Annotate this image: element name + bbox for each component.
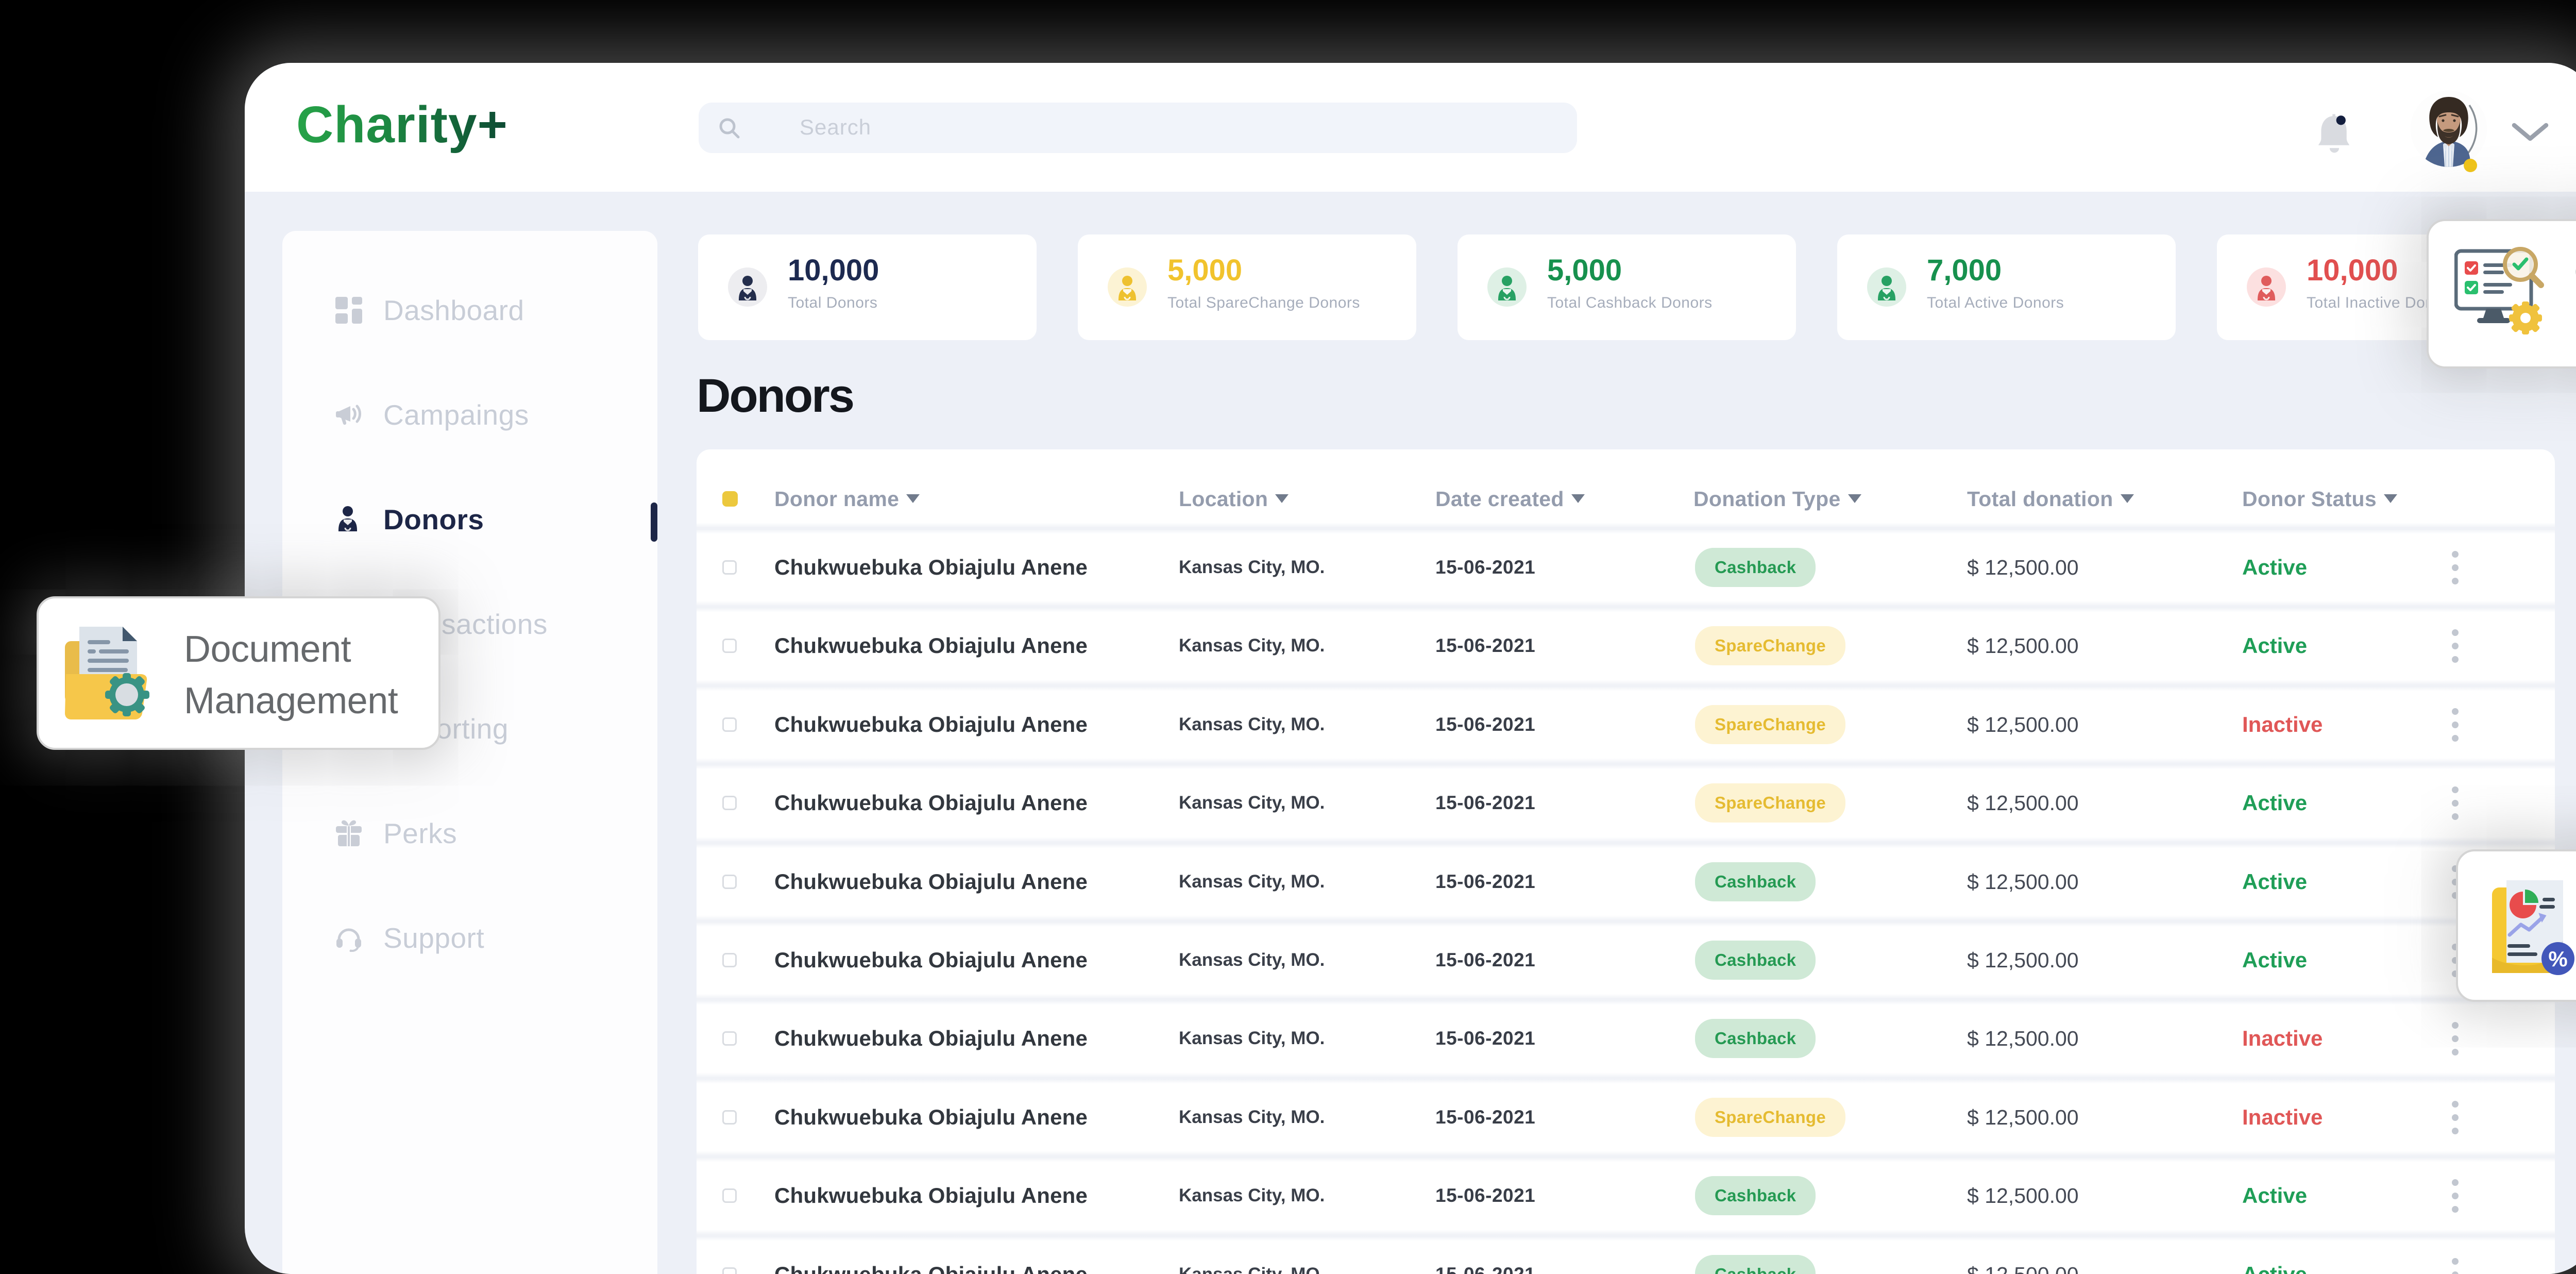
svg-text:%: %	[2548, 947, 2567, 971]
